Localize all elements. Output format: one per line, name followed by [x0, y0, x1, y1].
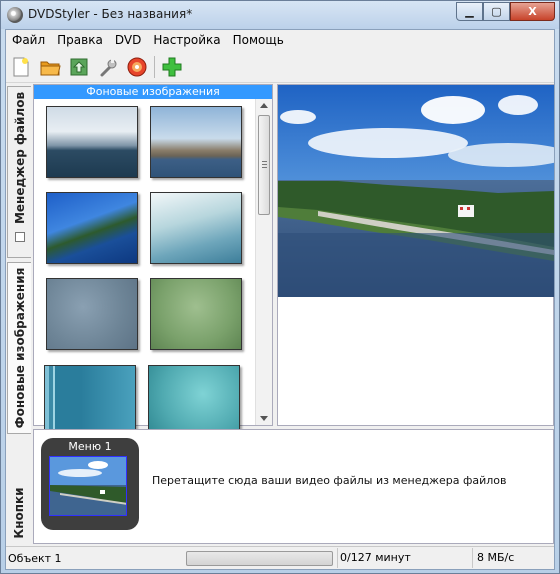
tab-buttons-label: Кнопки [12, 486, 26, 539]
backgrounds-panel-header: Фоновые изображения [34, 85, 272, 99]
menu-file[interactable]: Файл [6, 30, 51, 50]
add-icon [162, 57, 182, 76]
menu-edit[interactable]: Правка [51, 30, 109, 50]
grip-icon [262, 161, 267, 168]
add-button[interactable] [159, 54, 185, 80]
background-thumbnail[interactable] [150, 192, 242, 264]
burn-disc-icon [127, 57, 147, 76]
new-button[interactable] [8, 54, 34, 80]
save-icon [70, 58, 88, 75]
settings-wrench-icon [100, 58, 117, 76]
status-object: Объект 1 [8, 551, 62, 565]
status-rate: 8 МБ/с [472, 548, 514, 568]
scrollbar-thumb[interactable] [258, 115, 270, 215]
menu-help[interactable]: Помощь [227, 30, 290, 50]
close-button[interactable]: X [510, 2, 555, 21]
vertical-tabs: Менеджер файлов Фоновые изображения Кноп… [6, 84, 32, 544]
settings-button[interactable] [95, 54, 121, 80]
panel-toggle-icon [15, 232, 25, 242]
status-minutes: 0/127 минут [337, 548, 472, 568]
title-bar[interactable]: DVDStyler - Без названия* ▁ ▢ X [1, 1, 559, 29]
drop-hint-text: Перетащите сюда ваши видео файлы из мене… [152, 474, 507, 487]
tab-file-manager[interactable]: Менеджер файлов [7, 86, 31, 258]
minimize-button[interactable]: ▁ [456, 2, 483, 21]
status-bar: Объект 1 0/127 минут 8 МБ/с [6, 546, 554, 569]
new-icon [13, 57, 29, 76]
background-thumbnail[interactable] [46, 278, 138, 350]
maximize-button[interactable]: ▢ [483, 2, 510, 21]
toolbar-separator [154, 55, 155, 78]
background-thumbnail[interactable] [44, 365, 136, 437]
scroll-up-arrow-icon[interactable] [260, 103, 268, 108]
save-button[interactable] [66, 54, 92, 80]
menu-settings[interactable]: Настройка [147, 30, 226, 50]
open-button[interactable] [37, 54, 63, 80]
backgrounds-panel: Фоновые изображения [33, 84, 273, 437]
disc-usage-progress [186, 550, 333, 566]
window-controls: ▁ ▢ X [456, 2, 555, 21]
client-area: Файл Правка DVD Настройка Помощь Менедже… [5, 29, 555, 570]
tab-buttons[interactable]: Кнопки [7, 439, 31, 544]
toolbar [6, 51, 554, 83]
background-thumbnail[interactable] [46, 106, 138, 178]
burn-button[interactable] [124, 54, 150, 80]
menu-1-thumbnail [49, 456, 127, 516]
menu-1-label: Меню 1 [68, 440, 112, 453]
menu-background-image [278, 85, 554, 297]
open-icon [40, 61, 61, 75]
background-thumbnail[interactable] [46, 192, 138, 264]
menu-dvd[interactable]: DVD [109, 30, 147, 50]
tab-backgrounds-label: Фоновые изображения [12, 267, 27, 429]
titleset-area[interactable]: Меню 1 Перетащите сюда ваши видео файлы … [33, 429, 554, 544]
menu-1-card[interactable]: Меню 1 [41, 438, 139, 530]
backgrounds-scrollbar[interactable] [255, 99, 272, 425]
tab-file-manager-label: Менеджер файлов [12, 92, 27, 225]
app-window: DVDStyler - Без названия* ▁ ▢ X Файл Пра… [0, 0, 560, 574]
background-thumbnail[interactable] [150, 106, 242, 178]
dvd-app-icon [7, 7, 23, 23]
background-thumbnail[interactable] [150, 278, 242, 350]
scroll-down-arrow-icon[interactable] [260, 416, 268, 421]
menu-preview[interactable] [277, 84, 554, 426]
menu-bar: Файл Правка DVD Настройка Помощь [6, 30, 554, 50]
tab-backgrounds[interactable]: Фоновые изображения [7, 262, 31, 434]
background-thumbnail[interactable] [148, 365, 240, 437]
window-title: DVDStyler - Без названия* [28, 7, 193, 21]
